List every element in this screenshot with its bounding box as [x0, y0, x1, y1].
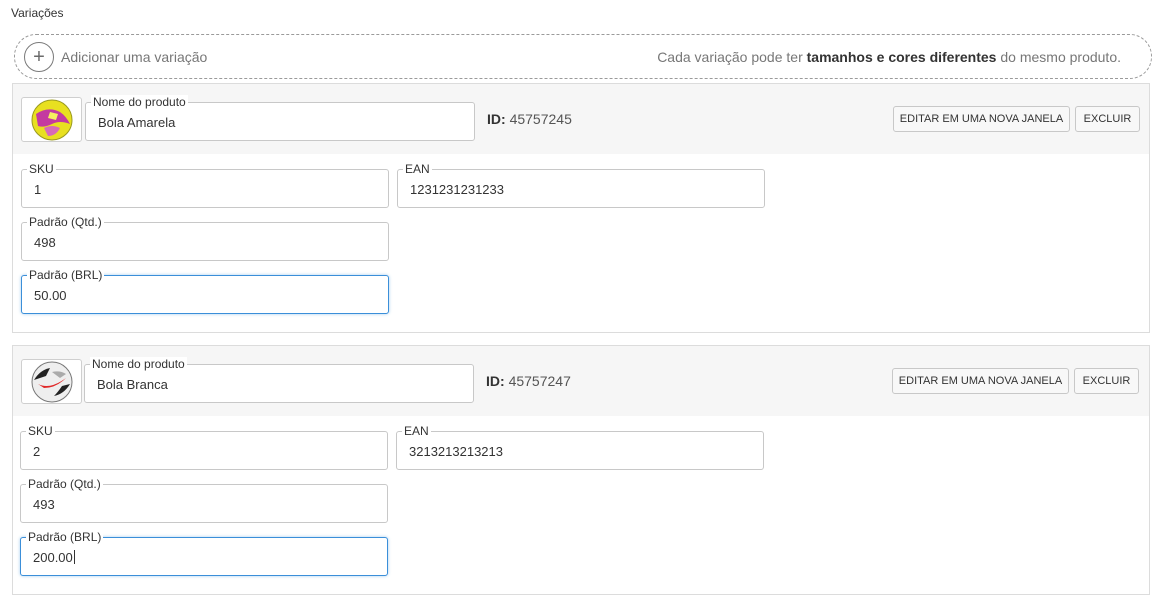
variation-card: Nome do produto Bola Branca ID: 45757247…: [12, 345, 1150, 595]
section-title: Variações: [11, 6, 64, 20]
product-name-field[interactable]: Nome do produto Bola Amarela: [85, 95, 475, 141]
product-id-prefix: ID:: [487, 111, 506, 127]
product-id-value: 45757247: [508, 373, 571, 389]
ean-value[interactable]: 3213213213213: [409, 444, 503, 459]
delete-button[interactable]: EXCLUIR: [1075, 106, 1140, 132]
sku-value[interactable]: 1: [34, 182, 41, 197]
delete-button[interactable]: EXCLUIR: [1074, 368, 1139, 394]
price-value[interactable]: 200.00: [33, 550, 75, 565]
variation-card-header: Nome do produto Bola Amarela ID: 4575724…: [13, 84, 1149, 154]
ean-field[interactable]: EAN 1231231231233: [397, 162, 765, 208]
product-id-prefix: ID:: [486, 373, 505, 389]
ean-value[interactable]: 1231231231233: [410, 182, 504, 197]
text-cursor: [73, 550, 75, 564]
product-name-label: Nome do produto: [90, 357, 187, 371]
quantity-label: Padrão (Qtd.): [26, 477, 103, 491]
price-field[interactable]: Padrão (BRL) 50.00: [21, 268, 389, 314]
quantity-value[interactable]: 493: [33, 497, 55, 512]
sku-field[interactable]: SKU 1: [21, 162, 389, 208]
product-thumbnail[interactable]: [21, 97, 82, 142]
quantity-field[interactable]: Padrão (Qtd.) 498: [21, 215, 389, 261]
product-id: ID: 45757247: [486, 373, 571, 389]
product-name-value[interactable]: Bola Branca: [97, 377, 168, 392]
sku-label: SKU: [26, 424, 55, 438]
product-id-value: 45757245: [509, 111, 572, 127]
add-variation-hint: Cada variação pode ter tamanhos e cores …: [657, 49, 1121, 65]
product-name-value[interactable]: Bola Amarela: [98, 115, 175, 130]
price-label: Padrão (BRL): [26, 530, 104, 544]
ean-label: EAN: [402, 424, 431, 438]
plus-icon[interactable]: +: [24, 41, 54, 72]
ean-label: EAN: [403, 162, 432, 176]
yellow-ball-icon: [31, 99, 72, 140]
product-name-field[interactable]: Nome do produto Bola Branca: [84, 357, 474, 403]
product-thumbnail[interactable]: [21, 359, 82, 404]
product-id: ID: 45757245: [487, 111, 572, 127]
hint-text-bold: tamanhos e cores diferentes: [806, 48, 997, 65]
hint-text-end: do mesmo produto.: [996, 48, 1121, 65]
price-label: Padrão (BRL): [27, 268, 105, 282]
price-value-text[interactable]: 200.00: [33, 550, 73, 565]
product-name-label: Nome do produto: [91, 95, 188, 109]
edit-in-new-window-button[interactable]: EDITAR EM UMA NOVA JANELA: [893, 106, 1070, 132]
white-ball-icon: [31, 361, 72, 402]
quantity-label: Padrão (Qtd.): [27, 215, 104, 229]
price-value[interactable]: 50.00: [34, 288, 67, 303]
variation-card: Nome do produto Bola Amarela ID: 4575724…: [12, 83, 1150, 333]
ean-field[interactable]: EAN 3213213213213: [396, 424, 764, 470]
price-field[interactable]: Padrão (BRL) 200.00: [20, 530, 388, 576]
add-variation-bar[interactable]: + Adicionar uma variação Cada variação p…: [14, 34, 1152, 79]
add-variation-label[interactable]: Adicionar uma variação: [61, 49, 207, 65]
quantity-value[interactable]: 498: [34, 235, 56, 250]
quantity-field[interactable]: Padrão (Qtd.) 493: [20, 477, 388, 523]
edit-in-new-window-button[interactable]: EDITAR EM UMA NOVA JANELA: [892, 368, 1069, 394]
hint-text-start: Cada variação pode ter: [657, 48, 807, 65]
variation-card-header: Nome do produto Bola Branca ID: 45757247…: [13, 346, 1149, 416]
sku-field[interactable]: SKU 2: [20, 424, 388, 470]
sku-label: SKU: [27, 162, 56, 176]
sku-value[interactable]: 2: [33, 444, 40, 459]
